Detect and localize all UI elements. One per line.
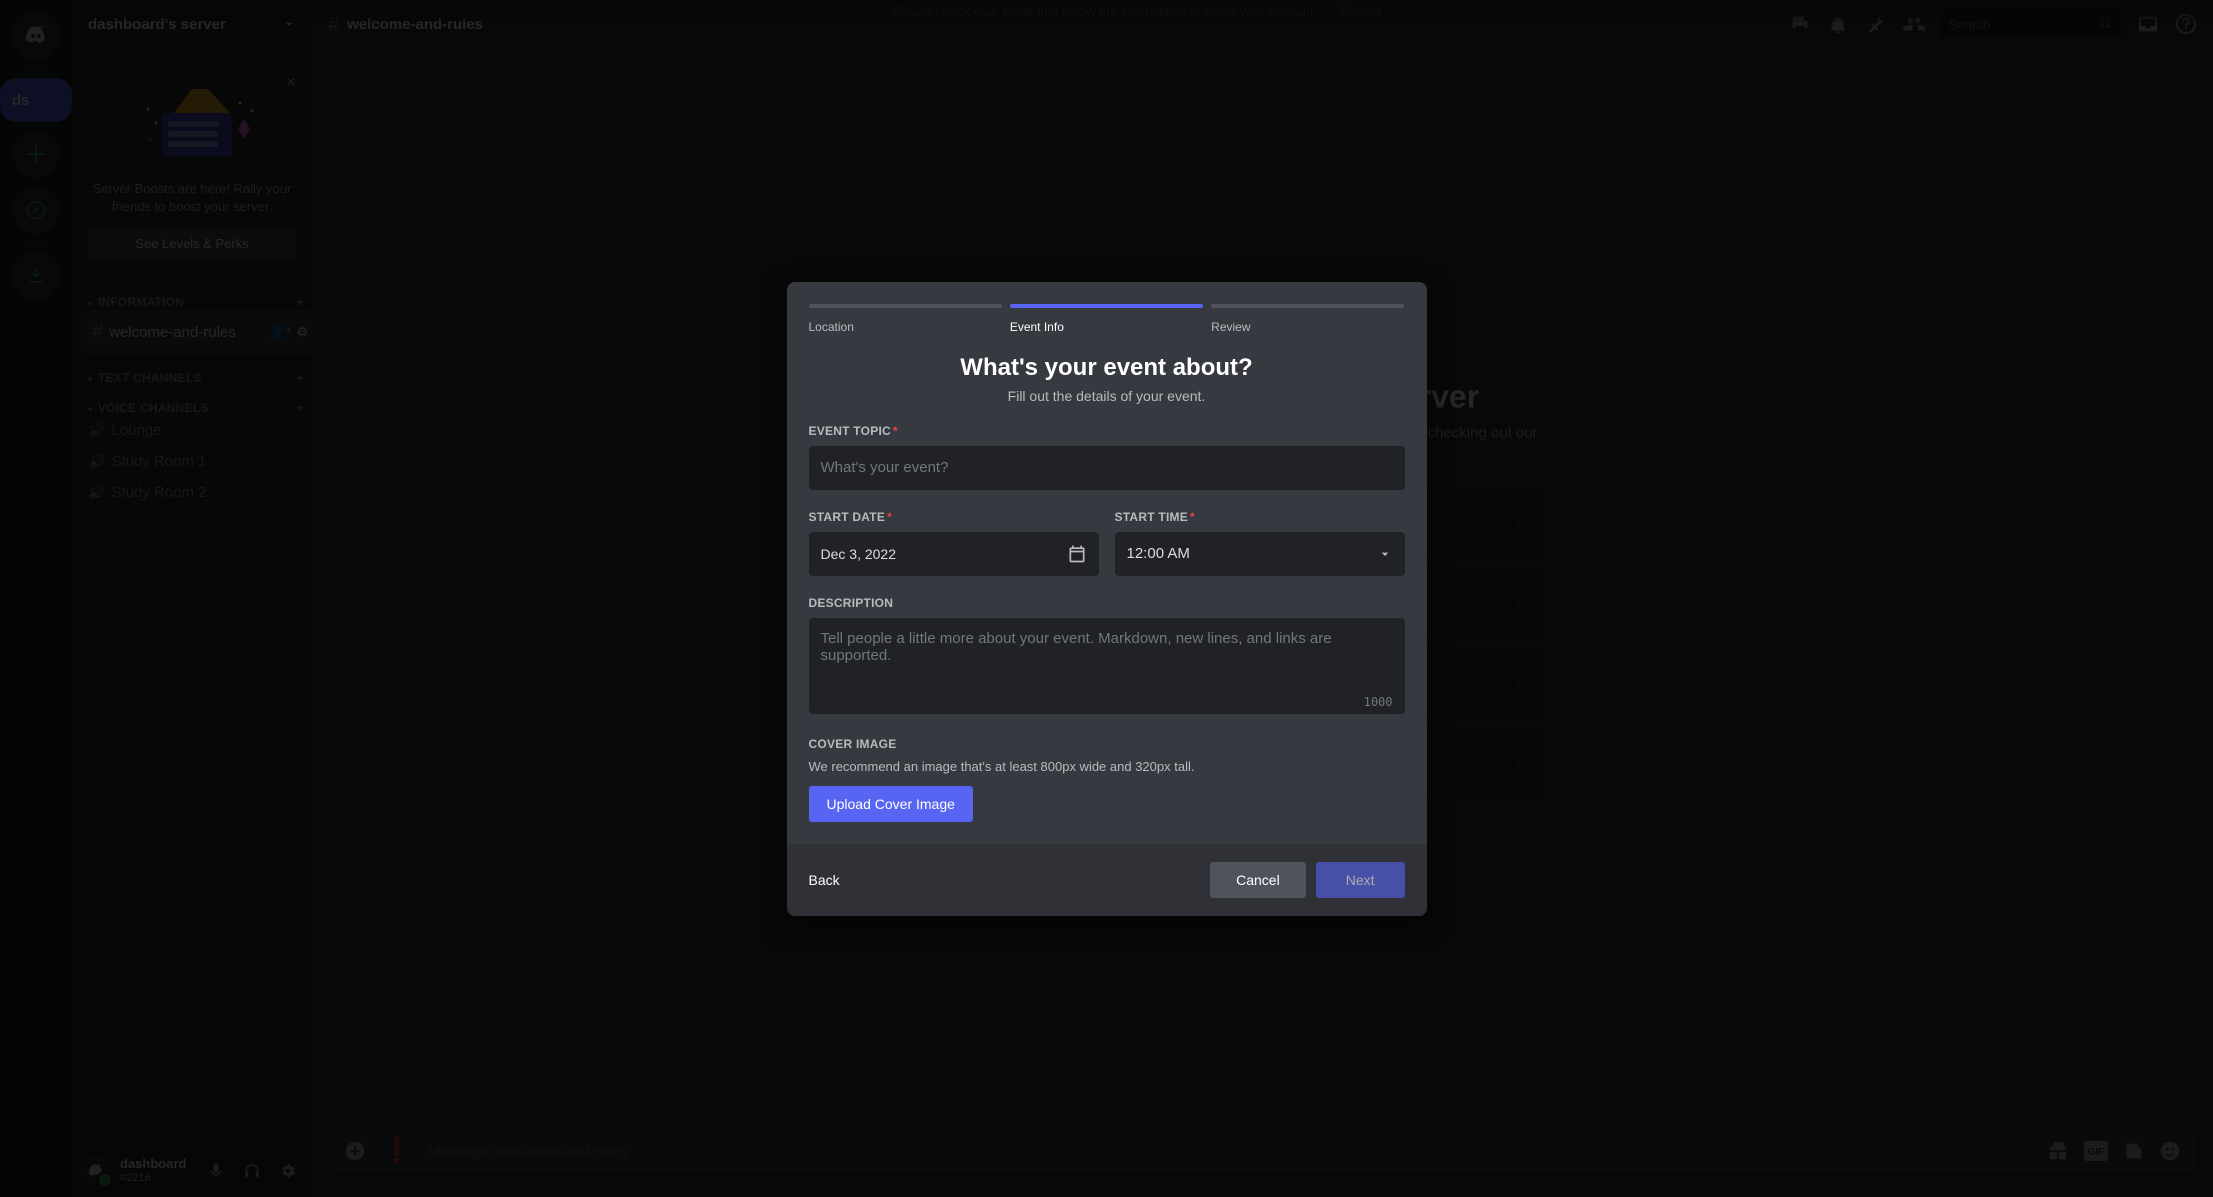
- start-time-value: 12:00 AM: [1127, 545, 1190, 562]
- next-button[interactable]: Next: [1316, 862, 1405, 898]
- modal-title: What's your event about?: [809, 354, 1405, 382]
- start-time-label: Start Time*: [1115, 510, 1405, 524]
- step-location[interactable]: Location: [809, 304, 1002, 334]
- step-label: Review: [1211, 320, 1404, 334]
- modal-backdrop[interactable]: Location Event Info Review What's your e…: [0, 0, 2213, 1197]
- modal-stepper: Location Event Info Review: [787, 282, 1427, 334]
- chevron-down-icon: [1377, 546, 1393, 562]
- start-time-select[interactable]: 12:00 AM: [1115, 532, 1405, 576]
- start-date-label: Start Date*: [809, 510, 1099, 524]
- description-textarea[interactable]: [809, 618, 1405, 714]
- upload-cover-button[interactable]: Upload Cover Image: [809, 786, 973, 822]
- description-label: Description: [809, 596, 1405, 610]
- event-topic-input[interactable]: [809, 446, 1405, 490]
- back-button[interactable]: Back: [809, 872, 840, 888]
- cancel-button[interactable]: Cancel: [1210, 862, 1306, 898]
- start-date-picker[interactable]: Dec 3, 2022: [809, 532, 1099, 576]
- description-char-counter: 1000: [1364, 695, 1393, 709]
- cover-image-label: Cover Image: [809, 737, 1405, 751]
- step-event-info[interactable]: Event Info: [1010, 304, 1203, 334]
- event-topic-label: Event Topic*: [809, 424, 1405, 438]
- start-date-value: Dec 3, 2022: [821, 546, 897, 562]
- modal-footer: Back Cancel Next: [787, 844, 1427, 916]
- step-label: Location: [809, 320, 1002, 334]
- calendar-icon: [1067, 544, 1087, 564]
- step-review[interactable]: Review: [1211, 304, 1404, 334]
- create-event-modal: Location Event Info Review What's your e…: [787, 282, 1427, 916]
- modal-subtitle: Fill out the details of your event.: [809, 388, 1405, 404]
- cover-image-hint: We recommend an image that's at least 80…: [809, 759, 1405, 774]
- step-label: Event Info: [1010, 320, 1203, 334]
